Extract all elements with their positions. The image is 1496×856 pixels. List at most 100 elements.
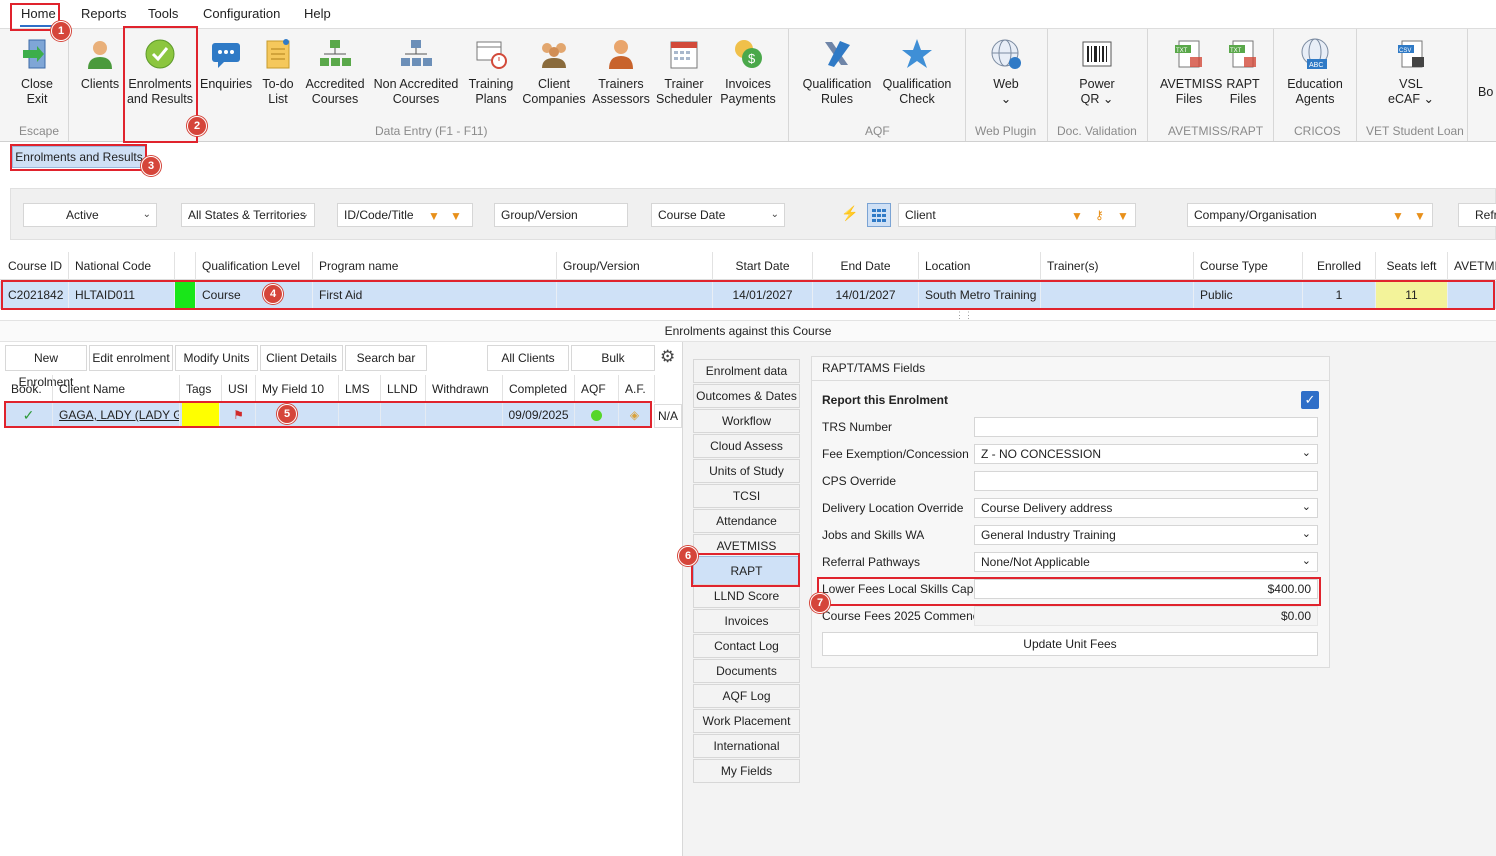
- filter-icon[interactable]: ▼: [428, 205, 440, 227]
- qualification-check-button[interactable]: Qualification Check: [880, 37, 954, 107]
- key-icon[interactable]: ⚷: [1095, 204, 1104, 226]
- tab-cloud-assess[interactable]: Cloud Assess: [693, 434, 800, 458]
- clear-filter-icon[interactable]: ▼: [450, 205, 462, 227]
- update-unit-fees-button[interactable]: Update Unit Fees: [822, 632, 1318, 656]
- clear-filter-icon[interactable]: ▼: [1117, 205, 1129, 227]
- filter-icon[interactable]: ▼: [1071, 205, 1083, 227]
- tab-attendance[interactable]: Attendance: [693, 509, 800, 533]
- col-withdrawn[interactable]: Withdrawn: [426, 375, 503, 403]
- todo-list-button[interactable]: To-do List: [258, 37, 298, 107]
- new-enrolment-button[interactable]: New Enrolment: [5, 345, 87, 389]
- refresh-button[interactable]: Refr: [1458, 203, 1496, 227]
- client-details-button[interactable]: Client Details: [260, 345, 343, 371]
- col-aqf[interactable]: AQF: [575, 375, 619, 403]
- tab-work-placement[interactable]: Work Placement: [693, 709, 800, 733]
- course-date-dropdown[interactable]: Course Date ⌄: [651, 203, 785, 227]
- modify-units-button[interactable]: Modify Units: [175, 345, 258, 371]
- fee-exemption-select[interactable]: Z - NO CONCESSION ⌄: [974, 444, 1318, 464]
- col-usi[interactable]: USI: [222, 375, 256, 403]
- power-qr-button[interactable]: Power QR ⌄: [1068, 37, 1126, 107]
- col-client-name[interactable]: Client Name: [53, 375, 180, 403]
- avetmiss-files-button[interactable]: TXT AVETMISS Files: [1160, 37, 1222, 107]
- menu-reports[interactable]: Reports: [81, 6, 127, 21]
- menu-home[interactable]: Home: [21, 6, 56, 21]
- enquiries-button[interactable]: Enquiries: [200, 37, 252, 92]
- bo-button[interactable]: Bo: [1478, 85, 1496, 100]
- report-enrolment-checkbox[interactable]: ✓: [1301, 391, 1319, 409]
- non-accredited-courses-button[interactable]: Non Accredited Courses: [372, 37, 460, 107]
- qualification-rules-button[interactable]: Qualification Rules: [800, 37, 874, 107]
- trs-number-input[interactable]: [974, 417, 1318, 437]
- tab-documents[interactable]: Documents: [693, 659, 800, 683]
- education-agents-button[interactable]: ABC Education Agents: [1284, 37, 1346, 107]
- referral-pathways-select[interactable]: None/Not Applicable ⌄: [974, 552, 1318, 572]
- tab-outcomes-dates[interactable]: Outcomes & Dates: [693, 384, 800, 408]
- col-tags[interactable]: Tags: [180, 375, 222, 403]
- tab-avetmiss[interactable]: AVETMISS: [693, 534, 800, 558]
- group-version-filter[interactable]: Group/Version: [494, 203, 628, 227]
- col-lms[interactable]: LMS: [339, 375, 381, 403]
- col-group-version[interactable]: Group/Version: [557, 252, 713, 280]
- client-name-link[interactable]: GAGA, LADY (LADY GAGA: [53, 403, 180, 427]
- tab-workflow[interactable]: Workflow: [693, 409, 800, 433]
- col-enrolled[interactable]: Enrolled: [1303, 252, 1376, 280]
- tab-my-fields[interactable]: My Fields: [693, 759, 800, 783]
- clear-filter-icon[interactable]: ▼: [1414, 205, 1426, 227]
- status-dropdown[interactable]: Active ⌄: [23, 203, 157, 227]
- lower-fees-input[interactable]: $400.00: [974, 579, 1318, 599]
- bulk-button[interactable]: Bulk: [571, 345, 655, 371]
- menu-configuration[interactable]: Configuration: [203, 6, 280, 21]
- tab-units-of-study[interactable]: Units of Study: [693, 459, 800, 483]
- states-dropdown[interactable]: All States & Territories ⌄: [181, 203, 315, 227]
- col-location[interactable]: Location: [919, 252, 1041, 280]
- course-row[interactable]: C2021842 HLTAID011 Course First Aid 14/0…: [0, 281, 1496, 309]
- lightning-icon[interactable]: ⚡: [841, 205, 858, 222]
- search-bar-button[interactable]: Search bar: [345, 345, 427, 371]
- gear-icon[interactable]: ⚙: [660, 347, 675, 367]
- col-my-field-10[interactable]: My Field 10: [256, 375, 339, 403]
- training-plans-button[interactable]: Training Plans: [466, 37, 516, 107]
- tab-invoices[interactable]: Invoices: [693, 609, 800, 633]
- all-clients-button[interactable]: All Clients: [487, 345, 569, 371]
- tab-llnd-score[interactable]: LLND Score: [693, 584, 800, 608]
- col-af[interactable]: A.F.: [619, 375, 655, 403]
- col-booking[interactable]: Book.: [5, 375, 53, 403]
- grid-view-icon[interactable]: [867, 203, 891, 227]
- enrolments-results-button[interactable]: Enrolments and Results: [126, 37, 194, 107]
- delivery-location-select[interactable]: Course Delivery address ⌄: [974, 498, 1318, 518]
- filter-icon[interactable]: ▼: [1392, 205, 1404, 227]
- col-national-code[interactable]: National Code: [69, 252, 175, 280]
- col-seats-left[interactable]: Seats left: [1376, 252, 1448, 280]
- web-button[interactable]: Web ⌄: [980, 37, 1032, 107]
- trainers-assessors-button[interactable]: Trainers Assessors: [592, 37, 650, 107]
- menu-tools[interactable]: Tools: [148, 6, 178, 21]
- id-code-title-filter[interactable]: ID/Code/Title ▼ ▼: [337, 203, 473, 227]
- col-color[interactable]: [175, 252, 196, 280]
- tab-enrolment-data[interactable]: Enrolment data: [693, 359, 800, 383]
- menu-help[interactable]: Help: [304, 6, 331, 21]
- clients-button[interactable]: Clients: [78, 37, 122, 92]
- cps-override-input[interactable]: [974, 471, 1318, 491]
- invoices-payments-button[interactable]: $ Invoices Payments: [718, 37, 778, 107]
- client-companies-button[interactable]: Client Companies: [522, 37, 586, 107]
- col-end-date[interactable]: End Date: [813, 252, 919, 280]
- col-trainers[interactable]: Trainer(s): [1041, 252, 1194, 280]
- client-filter[interactable]: Client ▼ ⚷ ▼: [898, 203, 1136, 227]
- vsl-ecaf-button[interactable]: CSV VSL eCAF ⌄: [1380, 37, 1442, 107]
- rapt-files-button[interactable]: TXT RAPT Files: [1224, 37, 1262, 107]
- tab-aqf-log[interactable]: AQF Log: [693, 684, 800, 708]
- col-llnd[interactable]: LLND: [381, 375, 426, 403]
- tab-enrolments-results[interactable]: Enrolments and Results: [12, 146, 146, 168]
- col-qualification-level[interactable]: Qualification Level: [196, 252, 313, 280]
- jobs-skills-wa-select[interactable]: General Industry Training ⌄: [974, 525, 1318, 545]
- trainer-scheduler-button[interactable]: Trainer Scheduler: [656, 37, 712, 107]
- tab-rapt[interactable]: RAPT: [693, 556, 800, 586]
- enrolment-row[interactable]: ✓ GAGA, LADY (LADY GAGA ⚑ 09/09/2025 ◈: [5, 403, 651, 427]
- tab-contact-log[interactable]: Contact Log: [693, 634, 800, 658]
- accredited-courses-button[interactable]: Accredited Courses: [303, 37, 367, 107]
- col-start-date[interactable]: Start Date: [713, 252, 813, 280]
- edit-enrolment-button[interactable]: Edit enrolment: [89, 345, 173, 371]
- company-filter[interactable]: Company/Organisation ▼ ▼: [1187, 203, 1433, 227]
- col-course-type[interactable]: Course Type: [1194, 252, 1303, 280]
- col-course-id[interactable]: Course ID: [2, 252, 69, 280]
